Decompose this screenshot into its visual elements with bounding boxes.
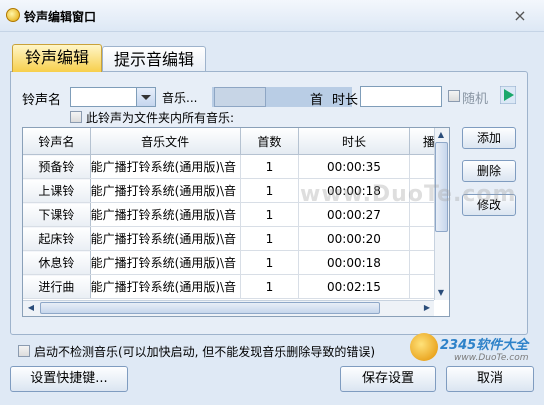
row-name-cell: 休息铃: [23, 250, 91, 275]
row-duration-cell: 00:02:15: [298, 274, 410, 299]
row-file-cell: 能广播打铃系统(通用版)\音: [90, 250, 241, 275]
column-header-file[interactable]: 音乐文件: [90, 128, 241, 155]
play-icon[interactable]: [500, 86, 516, 104]
row-duration-cell: 00:00:35: [298, 154, 410, 179]
row-file-cell: 能广播打铃系统(通用版)\音: [90, 274, 241, 299]
table-header-row: 铃声名 音乐文件 首数 时长 播: [23, 128, 449, 155]
row-name-cell: 起床铃: [23, 226, 91, 251]
table-row[interactable]: 进行曲 能广播打铃系统(通用版)\音 1 00:02:15: [23, 274, 449, 299]
scroll-down-icon[interactable]: ▼: [434, 286, 448, 300]
scroll-left-icon[interactable]: ◀: [24, 301, 38, 315]
tab-prompt-edit[interactable]: 提示音编辑: [102, 46, 206, 72]
logo-url: www.DuoTe.com: [454, 353, 529, 363]
row-duration-cell: 00:00:18: [298, 250, 410, 275]
folder-music-checkbox[interactable]: [70, 111, 82, 123]
row-file-cell: 能广播打铃系统(通用版)\音: [90, 202, 241, 227]
row-file-cell: 能广播打铃系统(通用版)\音: [90, 226, 241, 251]
row-file-cell: 能广播打铃系统(通用版)\音: [90, 154, 241, 179]
set-hotkey-button[interactable]: 设置快捷键...: [10, 366, 128, 392]
add-button[interactable]: 添加: [462, 127, 516, 149]
column-header-count[interactable]: 首数: [240, 128, 300, 155]
close-icon[interactable]: ×: [510, 6, 530, 26]
delete-button[interactable]: 删除: [462, 160, 516, 182]
horizontal-scroll-thumb[interactable]: [40, 302, 380, 314]
duration-label: 时长: [332, 93, 359, 108]
column-header-duration[interactable]: 时长: [298, 128, 410, 155]
random-label: 随机: [462, 92, 489, 107]
scroll-right-icon[interactable]: ▶: [420, 301, 434, 315]
row-count-cell: 1: [240, 250, 300, 275]
chevron-down-icon: [141, 95, 151, 100]
row-count-cell: 1: [240, 274, 300, 299]
app-bell-icon: [6, 8, 20, 22]
row-count-cell: 1: [240, 178, 300, 203]
watermark: www.DuoTe.com: [300, 182, 517, 207]
startup-no-check-checkbox[interactable]: [18, 345, 30, 357]
table-row[interactable]: 起床铃 能广播打铃系统(通用版)\音 1 00:00:20: [23, 226, 449, 251]
row-name-cell: 进行曲: [23, 274, 91, 299]
logo-brand: 2345软件大全: [440, 338, 529, 353]
count-unit-label: 首: [310, 93, 324, 108]
music-count-field[interactable]: [214, 87, 266, 107]
ring-name-label: 铃声名: [22, 93, 62, 108]
site-logo: 2345软件大全 www.DuoTe.com: [410, 333, 542, 367]
table-row[interactable]: 预备铃 能广播打铃系统(通用版)\音 1 00:00:35: [23, 154, 449, 179]
duration-input[interactable]: [360, 86, 442, 107]
ringtone-table: 铃声名 音乐文件 首数 时长 播 预备铃 能广播打铃系统(通用版)\音 1 00:00…: [22, 127, 450, 317]
row-count-cell: 1: [240, 202, 300, 227]
music-label[interactable]: 音乐...: [162, 89, 197, 106]
row-name-cell: 上课铃: [23, 178, 91, 203]
row-count-cell: 1: [240, 154, 300, 179]
startup-no-check-label: 启动不检测音乐(可以加快启动, 但不能发现音乐删除导致的错误): [34, 345, 375, 359]
random-checkbox[interactable]: [448, 90, 460, 102]
row-duration-cell: 00:00:20: [298, 226, 410, 251]
folder-music-label: 此铃声为文件夹内所有音乐:: [86, 111, 235, 125]
row-count-cell: 1: [240, 226, 300, 251]
column-header-name[interactable]: 铃声名: [23, 128, 91, 155]
table-row[interactable]: 休息铃 能广播打铃系统(通用版)\音 1 00:00:18: [23, 250, 449, 275]
tab-ringtone-edit[interactable]: 铃声编辑: [12, 44, 102, 72]
row-name-cell: 下课铃: [23, 202, 91, 227]
row-file-cell: 能广播打铃系统(通用版)\音: [90, 178, 241, 203]
save-settings-button[interactable]: 保存设置: [340, 366, 436, 392]
scroll-up-icon[interactable]: ▲: [434, 128, 448, 142]
logo-badge-icon: [410, 333, 438, 361]
cancel-button[interactable]: 取消: [446, 366, 534, 392]
row-name-cell: 预备铃: [23, 154, 91, 179]
window-title: 铃声编辑窗口: [24, 10, 97, 24]
